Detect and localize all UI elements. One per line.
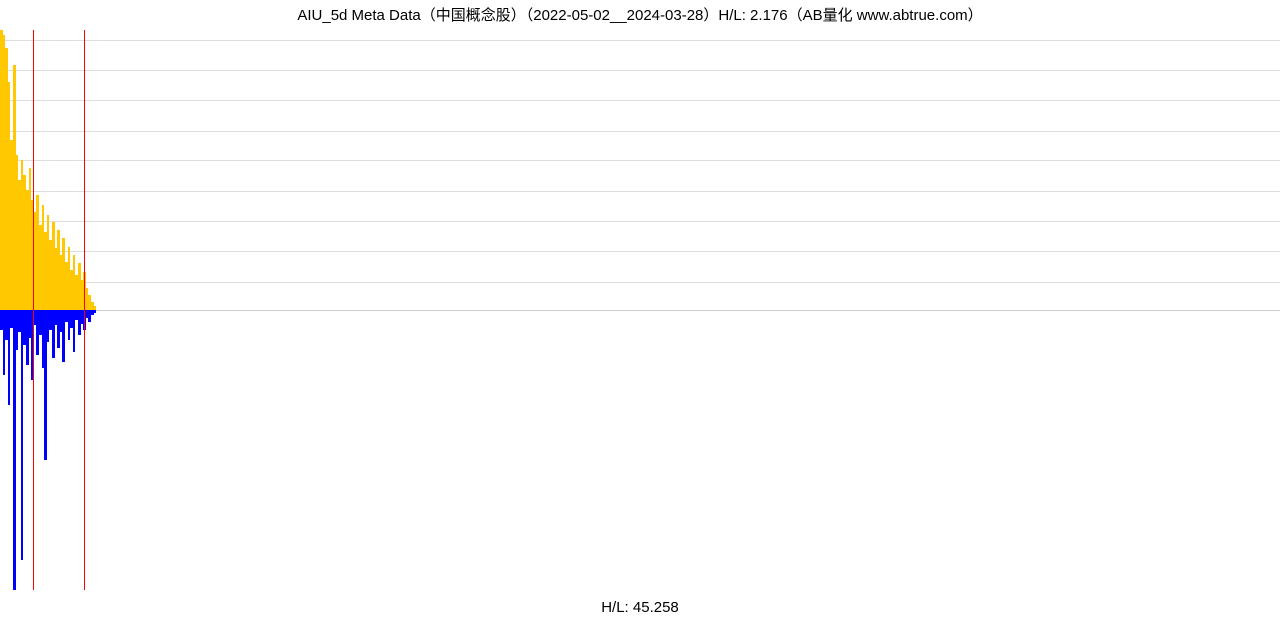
marker-vline [33, 30, 34, 590]
chart-plot-area [0, 30, 1280, 590]
chart-footer-label: H/L: 45.258 [0, 599, 1280, 616]
chart-bar [13, 310, 16, 590]
chart-bars-container [0, 30, 1280, 590]
chart-bar [94, 310, 97, 313]
chart-title: AIU_5d Meta Data（中国概念股）（2022-05-02__2024… [0, 0, 1280, 25]
chart-bar [21, 310, 24, 560]
marker-vline [84, 30, 85, 590]
